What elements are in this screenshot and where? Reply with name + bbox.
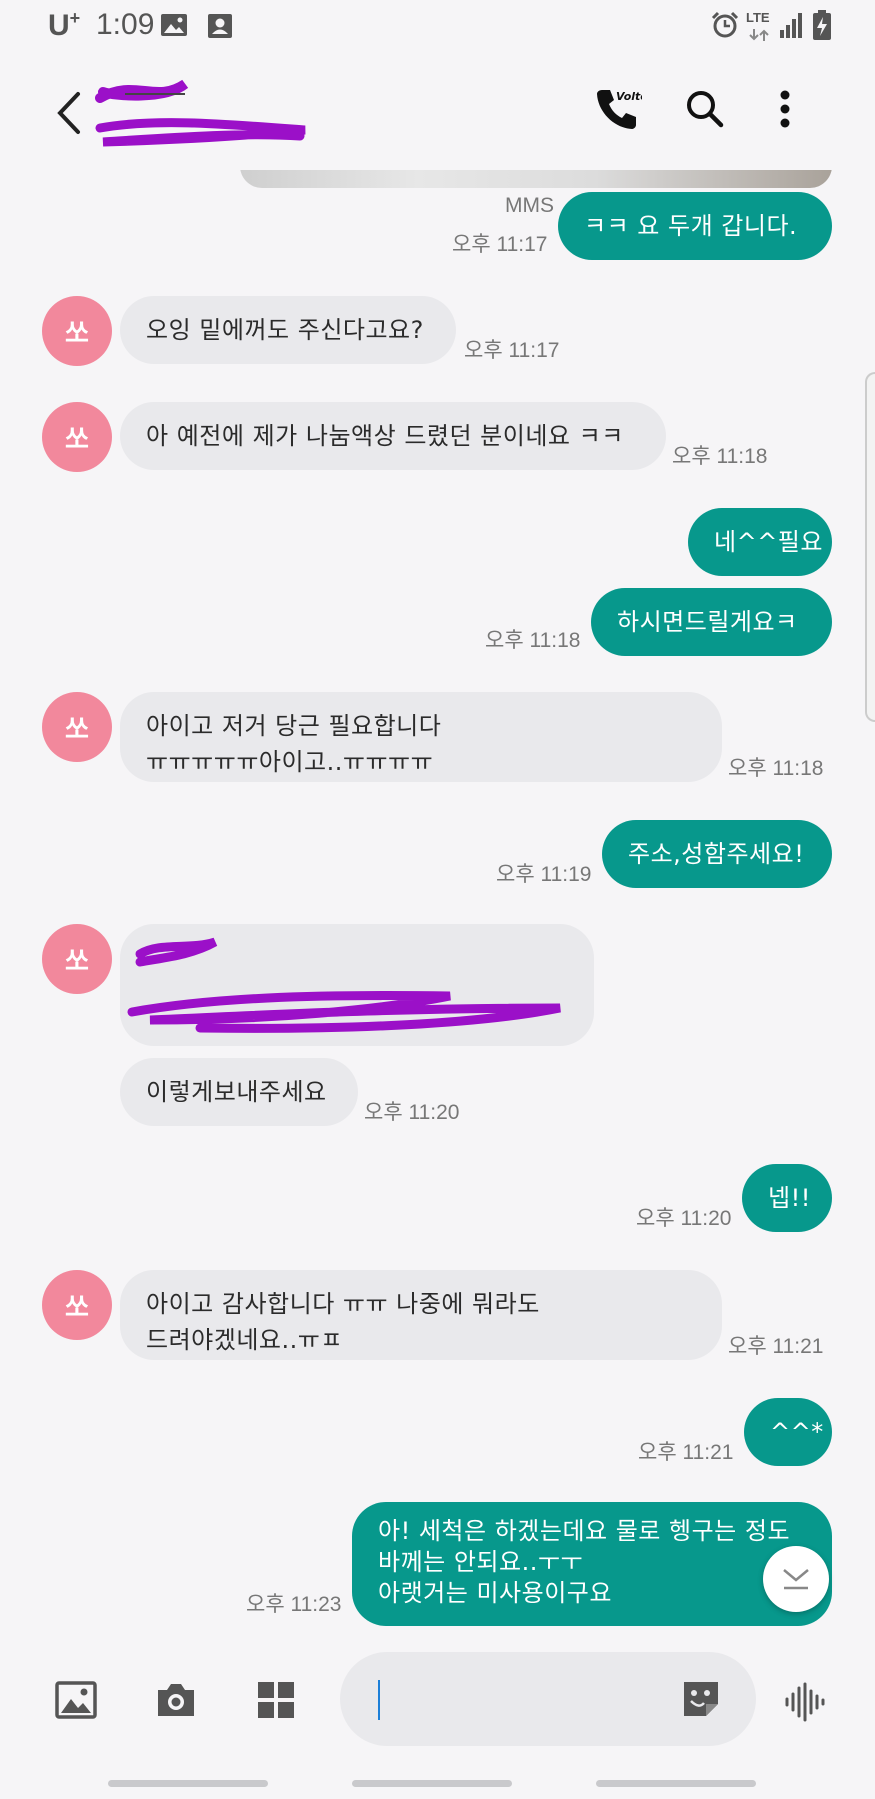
contact-card-notification-icon [206, 12, 234, 44]
chevron-down-icon [783, 1569, 809, 1590]
search-icon [687, 91, 724, 128]
status-time: 1:09 [96, 8, 155, 41]
message-time: 오후 11:21 [728, 1335, 824, 1358]
incoming-message[interactable]: 이렇게보내주세요 [120, 1058, 358, 1126]
message-time: 오후 11:18 [728, 757, 824, 780]
data-arrows-icon [748, 26, 770, 45]
incoming-message[interactable]: 아이고 감사합니다 ㅠㅠ 나중에 뭐라도 드려야겠네요..ㅠㅍ [120, 1270, 722, 1360]
outgoing-message[interactable]: 네^^필요 [688, 508, 832, 576]
system-nav-bar [0, 1770, 875, 1799]
voice-record-icon [785, 1682, 825, 1722]
mms-label: MMS [505, 194, 554, 217]
sticker-button[interactable] [680, 1678, 722, 1720]
text-cursor [378, 1680, 380, 1720]
mms-image-attachment[interactable] [240, 170, 832, 188]
outgoing-message[interactable]: 넵!! [742, 1164, 832, 1232]
outgoing-message[interactable]: 주소,성함주세요! [602, 820, 832, 888]
incoming-message[interactable]: 아 예전에 제가 나눔액상 드렸던 분이네요 ㅋㅋ [120, 402, 666, 470]
nav-home-indicator[interactable] [352, 1780, 512, 1787]
scrollbar-handle[interactable] [865, 372, 875, 722]
nav-back-indicator[interactable] [596, 1780, 756, 1787]
message-list[interactable]: MMS 오후 11:17 ㅋㅋ 요 두개 갑니다. 쏘 오잉 밑에꺼도 주신다고… [0, 170, 875, 1630]
carrier-label: U+ [48, 8, 81, 42]
camera-icon [158, 1684, 194, 1716]
contact-avatar[interactable]: 쏘 [42, 296, 112, 366]
message-input-container [340, 1652, 756, 1746]
more-options-button[interactable] [760, 84, 810, 134]
outgoing-message[interactable]: ^^* [744, 1398, 832, 1466]
contact-name-redaction [95, 70, 325, 174]
contact-avatar[interactable]: 쏘 [42, 924, 112, 994]
conversation-header: Volte [0, 60, 875, 170]
nav-recents-indicator[interactable] [108, 1780, 268, 1787]
message-time: 오후 11:17 [464, 339, 560, 362]
image-notification-icon [160, 12, 188, 42]
message-time: 오후 11:21 [638, 1441, 734, 1464]
address-redaction [120, 924, 594, 1050]
message-time: 오후 11:20 [364, 1101, 460, 1124]
incoming-message[interactable]: 오잉 밑에꺼도 주신다고요? [120, 296, 456, 364]
camera-button[interactable] [154, 1678, 198, 1722]
contact-avatar[interactable]: 쏘 [42, 402, 112, 472]
outgoing-message[interactable]: ㅋㅋ 요 두개 갑니다. [558, 192, 832, 260]
outgoing-message[interactable]: 하시면드릴게요ㅋ [591, 588, 832, 656]
search-button[interactable] [680, 84, 730, 134]
alarm-icon [710, 10, 740, 44]
scroll-to-bottom-button[interactable] [763, 1546, 829, 1612]
volte-call-button[interactable]: Volte [592, 84, 642, 134]
network-type: LTE [746, 10, 770, 25]
contact-avatar[interactable]: 쏘 [42, 692, 112, 762]
incoming-message[interactable]: 아이고 저거 당근 필요합니다 ㅠㅠㅠㅠㅠ아이고..ㅠㅠㅠㅠ [120, 692, 722, 782]
message-time: 오후 11:19 [496, 863, 592, 886]
more-vert-icon [780, 90, 790, 128]
message-time: 오후 11:18 [672, 445, 768, 468]
message-time: 오후 11:17 [452, 233, 548, 256]
sticker-icon [684, 1682, 718, 1716]
volte-call-icon: Volte [597, 90, 642, 129]
contact-avatar[interactable]: 쏘 [42, 1270, 112, 1340]
message-time: 오후 11:23 [246, 1593, 342, 1616]
battery-charging-icon [812, 10, 832, 44]
voice-record-button[interactable] [784, 1682, 828, 1722]
apps-button[interactable] [254, 1678, 298, 1722]
volte-label: Volte [616, 90, 642, 103]
signal-icon [778, 12, 804, 42]
composer-bar [0, 1640, 875, 1750]
apps-grid-icon [258, 1682, 294, 1718]
gallery-icon [55, 1681, 97, 1719]
message-input[interactable] [376, 1676, 676, 1722]
message-time: 오후 11:20 [636, 1207, 732, 1230]
outgoing-message[interactable]: 아! 세척은 하겠는데요 물로 헹구는 정도 바께는 안되요..ㅜㅜ 아랫거는 … [352, 1502, 832, 1626]
message-time: 오후 11:18 [485, 629, 581, 652]
gallery-button[interactable] [54, 1678, 98, 1722]
back-arrow-icon[interactable] [50, 88, 90, 138]
status-bar: U+ 1:09 LTE [0, 0, 875, 56]
